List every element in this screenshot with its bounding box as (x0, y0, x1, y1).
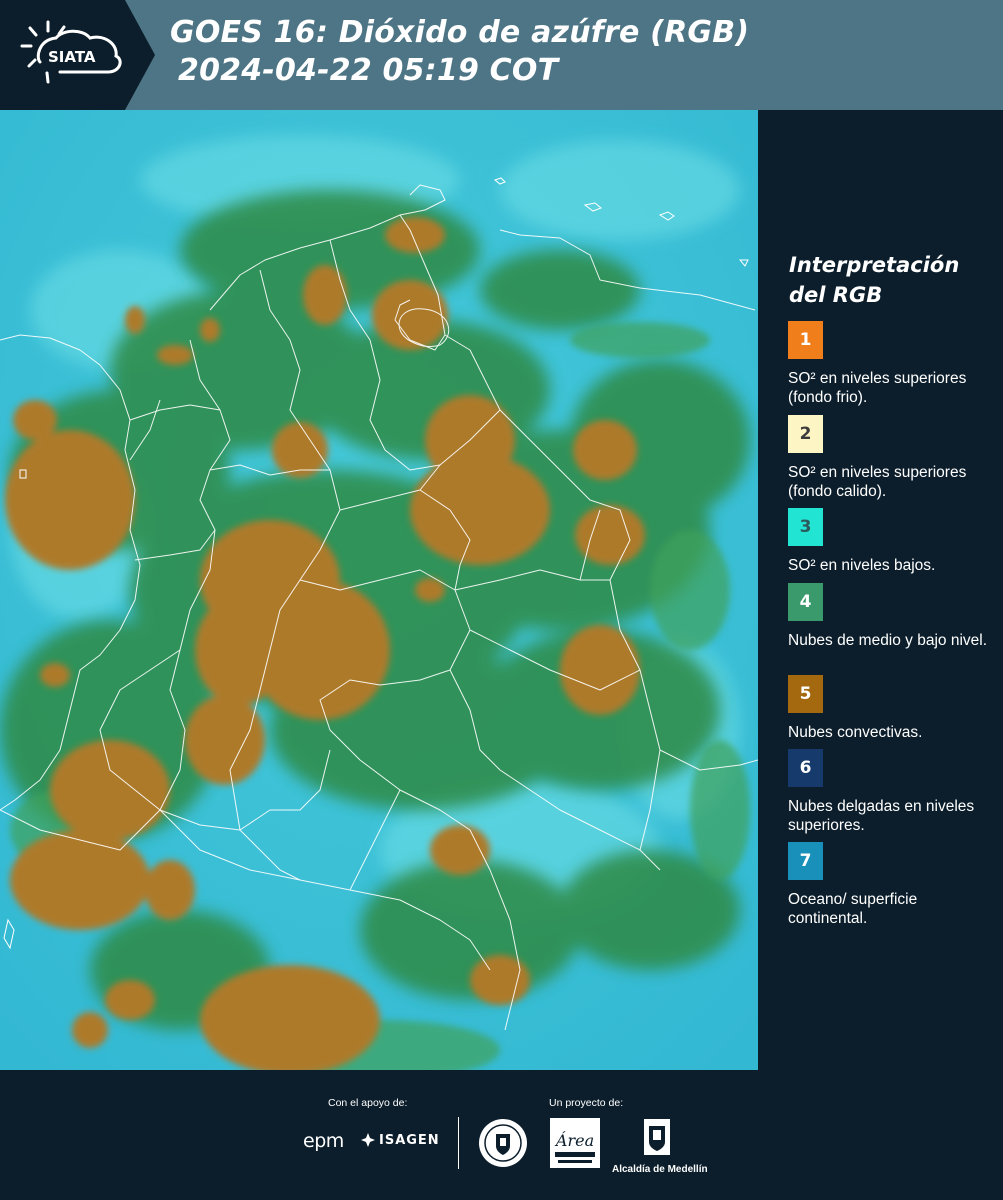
siata-logo-text: SIATA (48, 48, 96, 66)
legend-label-6: Nubes delgadas en niveles superiores. (788, 798, 975, 834)
legend-label-2: SO² en niveles superiores (fondo calido)… (788, 464, 967, 500)
area-metropolitana-logo: Área (550, 1118, 600, 1173)
satellite-map (0, 110, 758, 1070)
isagen-mark-icon (361, 1133, 375, 1147)
medellin-seal-logo (478, 1118, 528, 1173)
alcaldia-text: Alcaldía de Medellín (612, 1164, 708, 1175)
legend-item-2: 2 SO² en niveles superiores (fondo calid… (788, 415, 988, 501)
legend-label-4: Nubes de medio y bajo nivel. (788, 632, 988, 649)
title-timestamp: 2024-04-22 05:19 COT (178, 53, 559, 88)
legend-label-3: SO² en niveles bajos. (788, 557, 936, 574)
legend-swatch-1: 1 (788, 321, 823, 359)
legend-swatch-6: 6 (788, 749, 823, 787)
isagen-logo-text: ISAGEN (379, 1132, 440, 1148)
header-bar: SIATA GOES 16: Dióxido de azúfre (RGB) 2… (0, 0, 1003, 110)
epm-logo: epm (303, 1130, 344, 1152)
page-title: GOES 16: Dióxido de azúfre (RGB) 2024-04… (170, 14, 749, 90)
legend-item-5: 5 Nubes convectivas. (788, 675, 988, 742)
legend-item-6: 6 Nubes delgadas en niveles superiores. (788, 749, 988, 835)
alcaldia-medellin-logo: Alcaldía de Medellín (612, 1118, 708, 1175)
project-label: Un proyecto de: (549, 1097, 624, 1109)
legend-swatch-5: 5 (788, 675, 823, 713)
legend-swatch-2: 2 (788, 415, 823, 453)
legend-item-4: 4 Nubes de medio y bajo nivel. (788, 583, 988, 650)
legend-item-7: 7 Oceano/ superficie continental. (788, 842, 988, 928)
footer-sponsors: Con el apoyo de: Un proyecto de: epm ISA… (0, 1070, 1003, 1200)
legend-swatch-4: 4 (788, 583, 823, 621)
support-label: Con el apoyo de: (328, 1097, 408, 1109)
legend-swatch-3: 3 (788, 508, 823, 546)
legend-label-5: Nubes convectivas. (788, 724, 923, 741)
legend-panel: Interpretación del RGB 1 SO² en niveles … (758, 110, 1003, 1070)
legend-title-line2: del RGB (789, 283, 883, 307)
title-product: GOES 16: Dióxido de azúfre (RGB) (170, 15, 750, 50)
legend-swatch-7: 7 (788, 842, 823, 880)
legend-title-line1: Interpretación (789, 253, 960, 277)
legend-title: Interpretación del RGB (789, 250, 959, 310)
svg-text:Área: Área (554, 1130, 594, 1150)
legend-item-3: 3 SO² en niveles bajos. (788, 508, 988, 575)
siata-logo: SIATA (0, 0, 155, 110)
isagen-logo: ISAGEN (360, 1132, 440, 1148)
legend-item-1: 1 SO² en niveles superiores (fondo frio)… (788, 321, 988, 407)
footer-divider (458, 1117, 459, 1169)
legend-label-7: Oceano/ superficie continental. (788, 891, 918, 927)
legend-label-1: SO² en niveles superiores (fondo frio). (788, 370, 967, 406)
